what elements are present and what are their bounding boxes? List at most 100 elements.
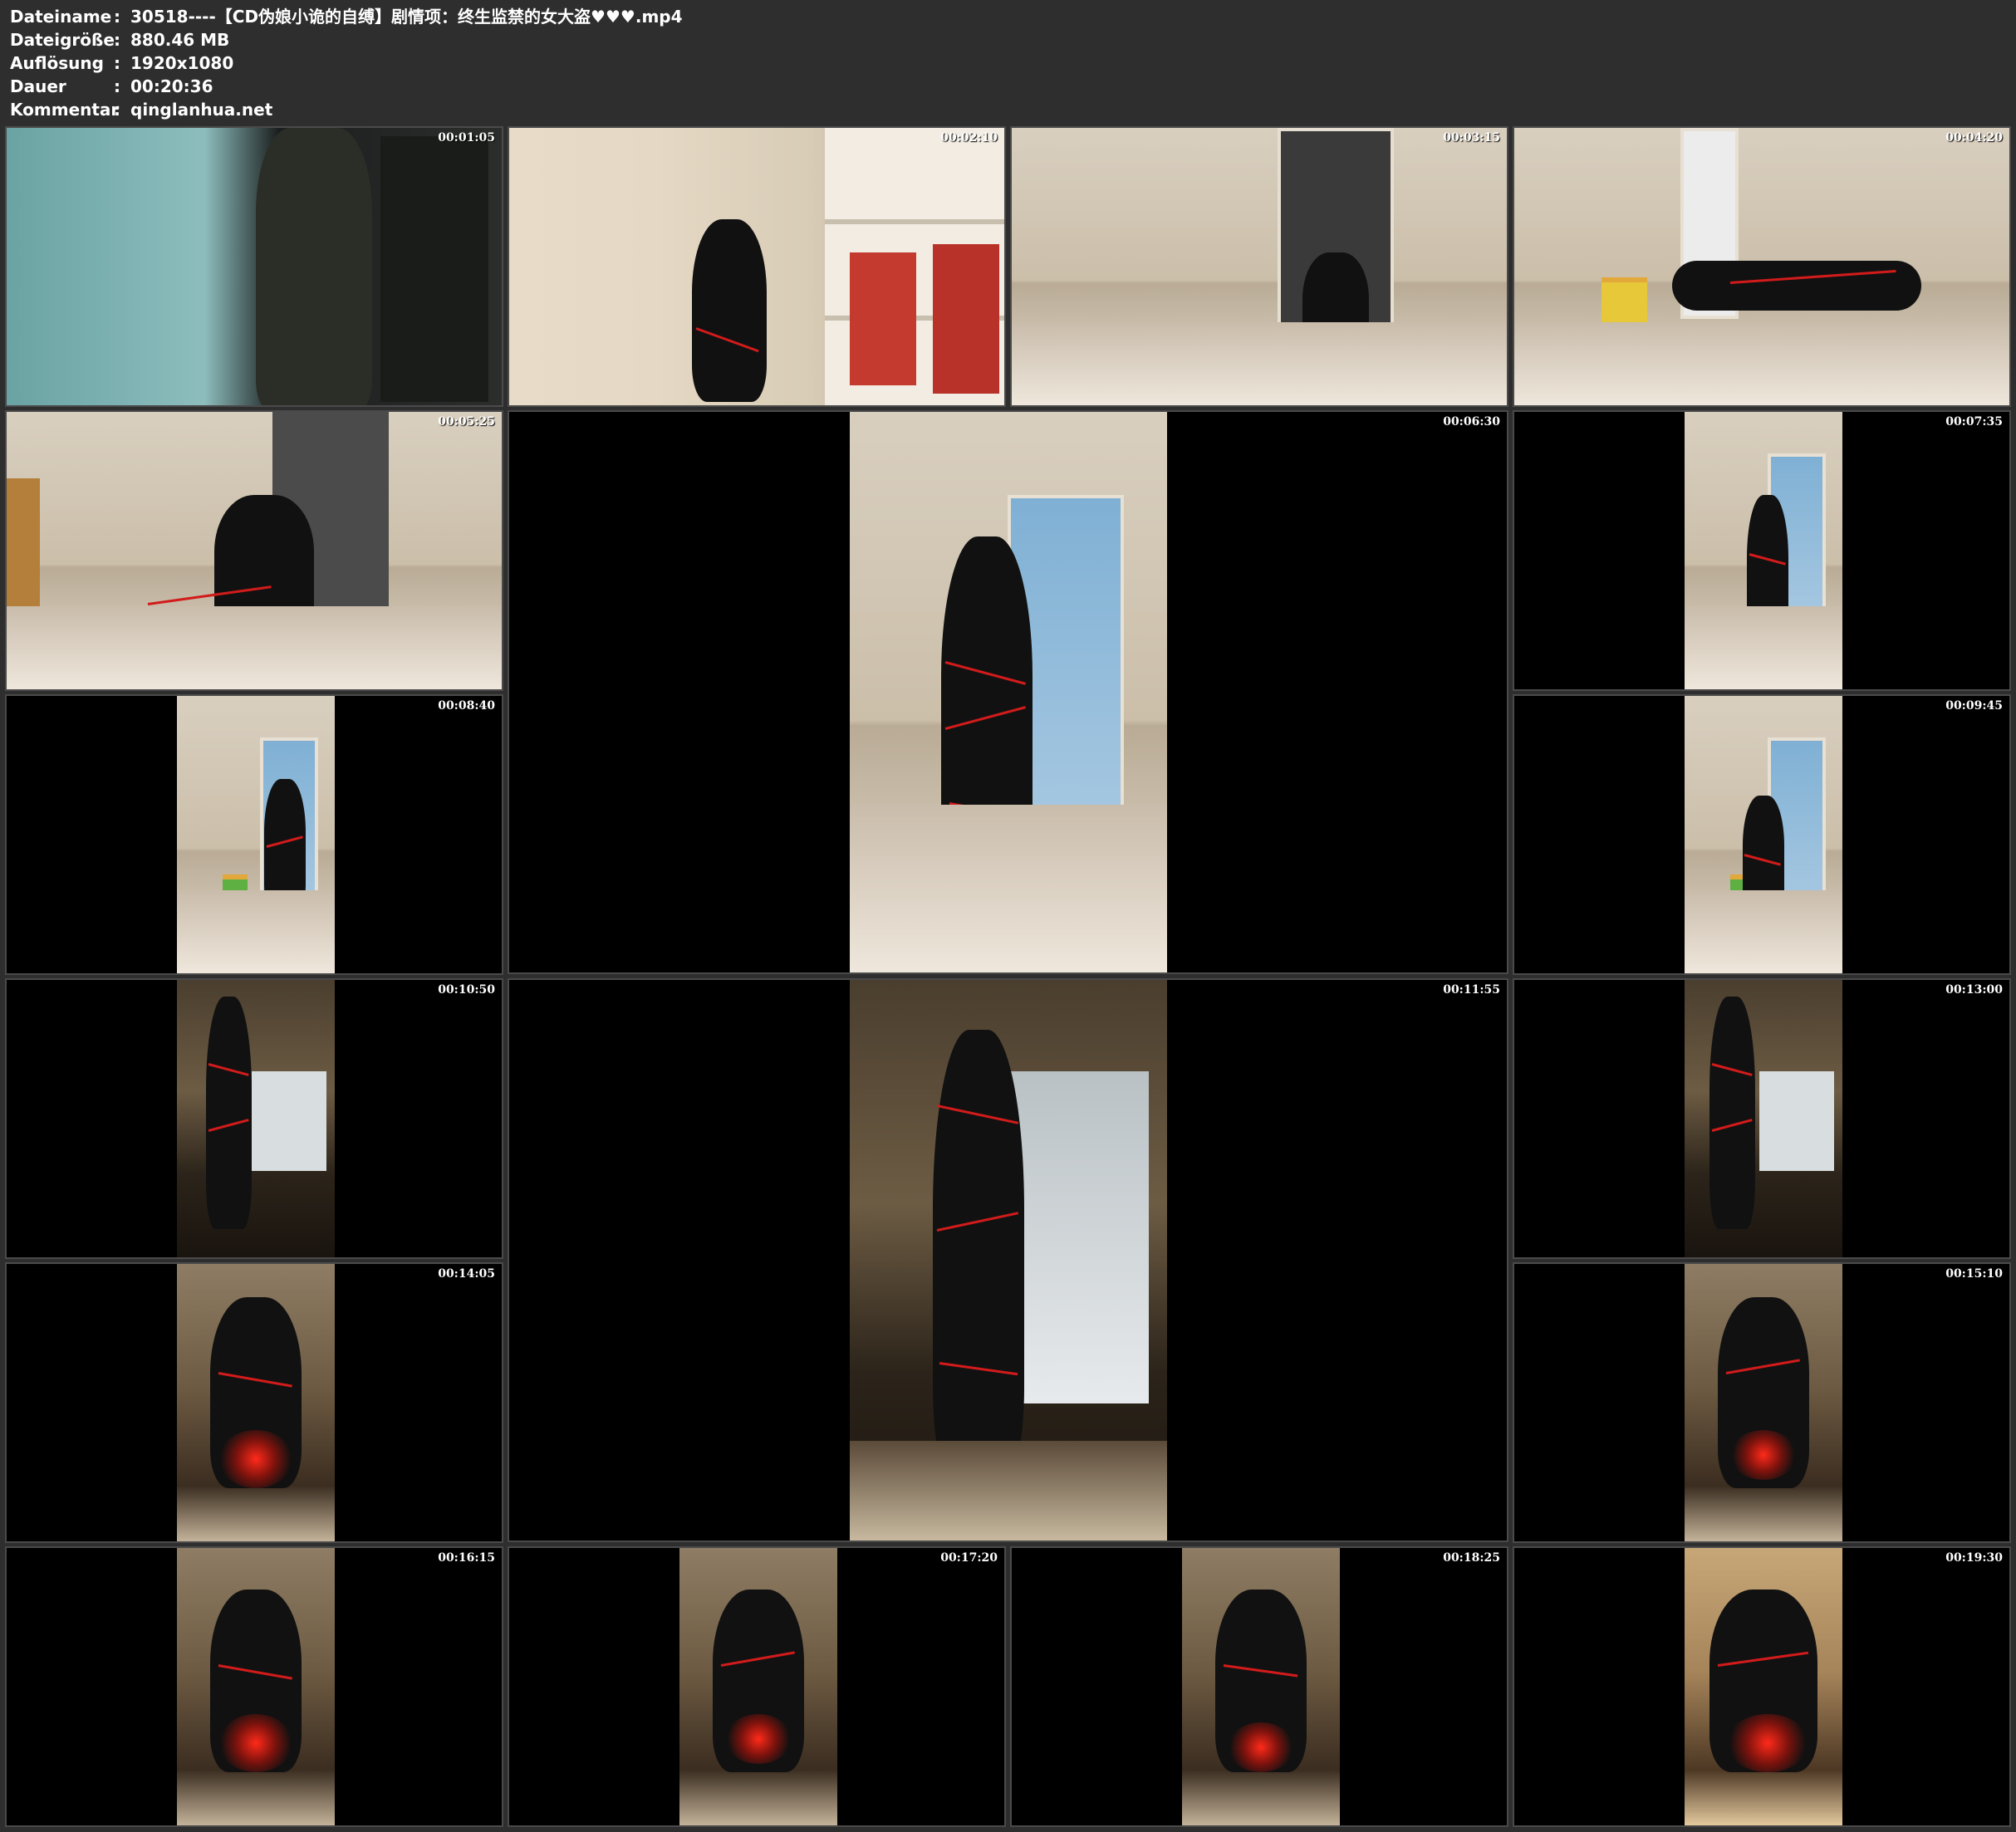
bag	[850, 252, 916, 385]
thumbnail-3[interactable]: 00:03:15	[1010, 126, 1508, 407]
scene-image	[177, 980, 335, 1257]
shelf-panel	[380, 136, 488, 402]
thumbnail-8[interactable]: 00:08:40	[5, 694, 503, 975]
info-row-filesize: Dateigröße : 880.46 MB	[10, 28, 683, 51]
figure	[1672, 261, 1921, 311]
info-value: 00:20:36	[130, 76, 213, 96]
timestamp: 00:19:30	[1945, 1551, 2003, 1565]
info-separator: :	[114, 100, 120, 120]
timestamp: 00:15:10	[1945, 1267, 2003, 1281]
timestamp: 00:17:20	[940, 1551, 998, 1565]
thumbnail-9[interactable]: 00:09:45	[1513, 694, 2011, 975]
stool	[1602, 277, 1647, 328]
scene-image	[1685, 1264, 1842, 1541]
thumbnail-5[interactable]: 00:05:25	[5, 410, 503, 691]
scene-image	[1182, 1548, 1340, 1825]
info-separator: :	[114, 7, 120, 27]
info-row-resolution: Auflösung : 1920x1080	[10, 51, 683, 75]
floor	[177, 889, 335, 973]
thumbnail-2[interactable]: 00:02:10	[508, 126, 1006, 407]
figure	[933, 1030, 1024, 1478]
timestamp: 00:05:25	[438, 415, 495, 429]
timestamp: 00:08:40	[438, 699, 495, 713]
thumbnail-1[interactable]: 00:01:05	[5, 126, 503, 407]
info-row-comment: Kommentar : qinglanhua.net	[10, 98, 683, 121]
floor	[1685, 889, 1842, 973]
bag	[933, 244, 999, 394]
figure	[256, 128, 372, 405]
info-row-filename: Dateiname : 30518----【CD伪娘小诡的自缚】剧情项：终生监禁…	[10, 5, 683, 28]
scene-image	[850, 412, 1167, 972]
figure	[206, 997, 252, 1229]
thumbnail-16[interactable]: 00:17:20	[508, 1546, 1006, 1827]
floor	[1012, 321, 1507, 405]
thumbnail-13[interactable]: 00:14:05	[5, 1262, 503, 1543]
thumbnail-18[interactable]: 00:19:30	[1513, 1546, 2011, 1827]
scene-image	[1012, 128, 1507, 405]
thumbnail-6[interactable]: 00:06:30	[508, 410, 1508, 974]
scene-image	[679, 1548, 837, 1825]
scene-image	[850, 980, 1167, 1541]
window-light	[1759, 1071, 1834, 1171]
timestamp: 00:06:30	[1443, 415, 1500, 429]
scene-image	[7, 412, 502, 689]
timestamp: 00:11:55	[1443, 983, 1500, 997]
info-separator: :	[114, 76, 120, 96]
info-row-duration: Dauer : 00:20:36	[10, 75, 683, 98]
contact-sheet: Dateiname : 30518----【CD伪娘小诡的自缚】剧情项：终生监禁…	[0, 0, 2016, 1832]
scene-image	[7, 128, 502, 405]
timestamp: 00:18:25	[1443, 1551, 1500, 1565]
red-glow	[1228, 1722, 1294, 1772]
floor-reflection	[850, 1441, 1167, 1541]
scene-image	[1685, 1548, 1842, 1825]
figure	[1709, 997, 1755, 1229]
red-glow	[218, 1714, 293, 1772]
scene-image	[1685, 696, 1842, 973]
thumbnail-12[interactable]: 00:13:00	[1513, 978, 2011, 1259]
floor	[850, 804, 1167, 972]
thumbnail-11[interactable]: 00:11:55	[508, 978, 1508, 1542]
info-key: Dauer	[10, 76, 66, 96]
red-glow	[1730, 1430, 1797, 1480]
timestamp: 00:16:15	[438, 1551, 495, 1565]
info-separator: :	[114, 30, 120, 50]
scene-image	[1514, 128, 2009, 405]
info-value: 1920x1080	[130, 53, 234, 73]
info-key: Dateigröße	[10, 30, 115, 50]
red-glow	[218, 1430, 293, 1488]
scene-image	[177, 1548, 335, 1825]
timestamp: 00:10:50	[438, 983, 495, 997]
timestamp: 00:09:45	[1945, 699, 2003, 713]
floor	[1514, 321, 2009, 405]
floor	[7, 605, 502, 689]
info-key: Kommentar	[10, 100, 120, 120]
thumbnail-10[interactable]: 00:10:50	[5, 978, 503, 1259]
thumbnail-15[interactable]: 00:16:15	[5, 1546, 503, 1827]
scene-image	[509, 128, 1004, 405]
info-key: Dateiname	[10, 7, 112, 27]
info-value: qinglanhua.net	[130, 100, 273, 120]
red-glow	[1726, 1714, 1809, 1772]
thumbnail-4[interactable]: 00:04:20	[1513, 126, 2011, 407]
window-light	[1008, 1071, 1149, 1403]
scene-image	[177, 1264, 335, 1541]
floor	[1685, 605, 1842, 689]
info-separator: :	[114, 53, 120, 73]
window-light	[252, 1071, 326, 1171]
scene-image	[177, 696, 335, 973]
timestamp: 00:14:05	[438, 1267, 495, 1281]
red-glow	[725, 1714, 792, 1764]
scene-image	[1685, 412, 1842, 689]
info-value: 880.46 MB	[130, 30, 230, 50]
thumbnail-14[interactable]: 00:15:10	[1513, 1262, 2011, 1543]
info-value: 30518----【CD伪娘小诡的自缚】剧情项：终生监禁的女大盗♥♥♥.mp4	[130, 7, 683, 27]
timestamp: 00:02:10	[940, 131, 998, 145]
thumbnail-7[interactable]: 00:07:35	[1513, 410, 2011, 691]
timestamp: 00:01:05	[438, 131, 495, 145]
timestamp: 00:04:20	[1945, 131, 2003, 145]
thumbnail-17[interactable]: 00:18:25	[1010, 1546, 1508, 1827]
file-info-panel: Dateiname : 30518----【CD伪娘小诡的自缚】剧情项：终生监禁…	[10, 5, 683, 121]
timestamp: 00:07:35	[1945, 415, 2003, 429]
scene-image	[1685, 980, 1842, 1257]
info-key: Auflösung	[10, 53, 104, 73]
